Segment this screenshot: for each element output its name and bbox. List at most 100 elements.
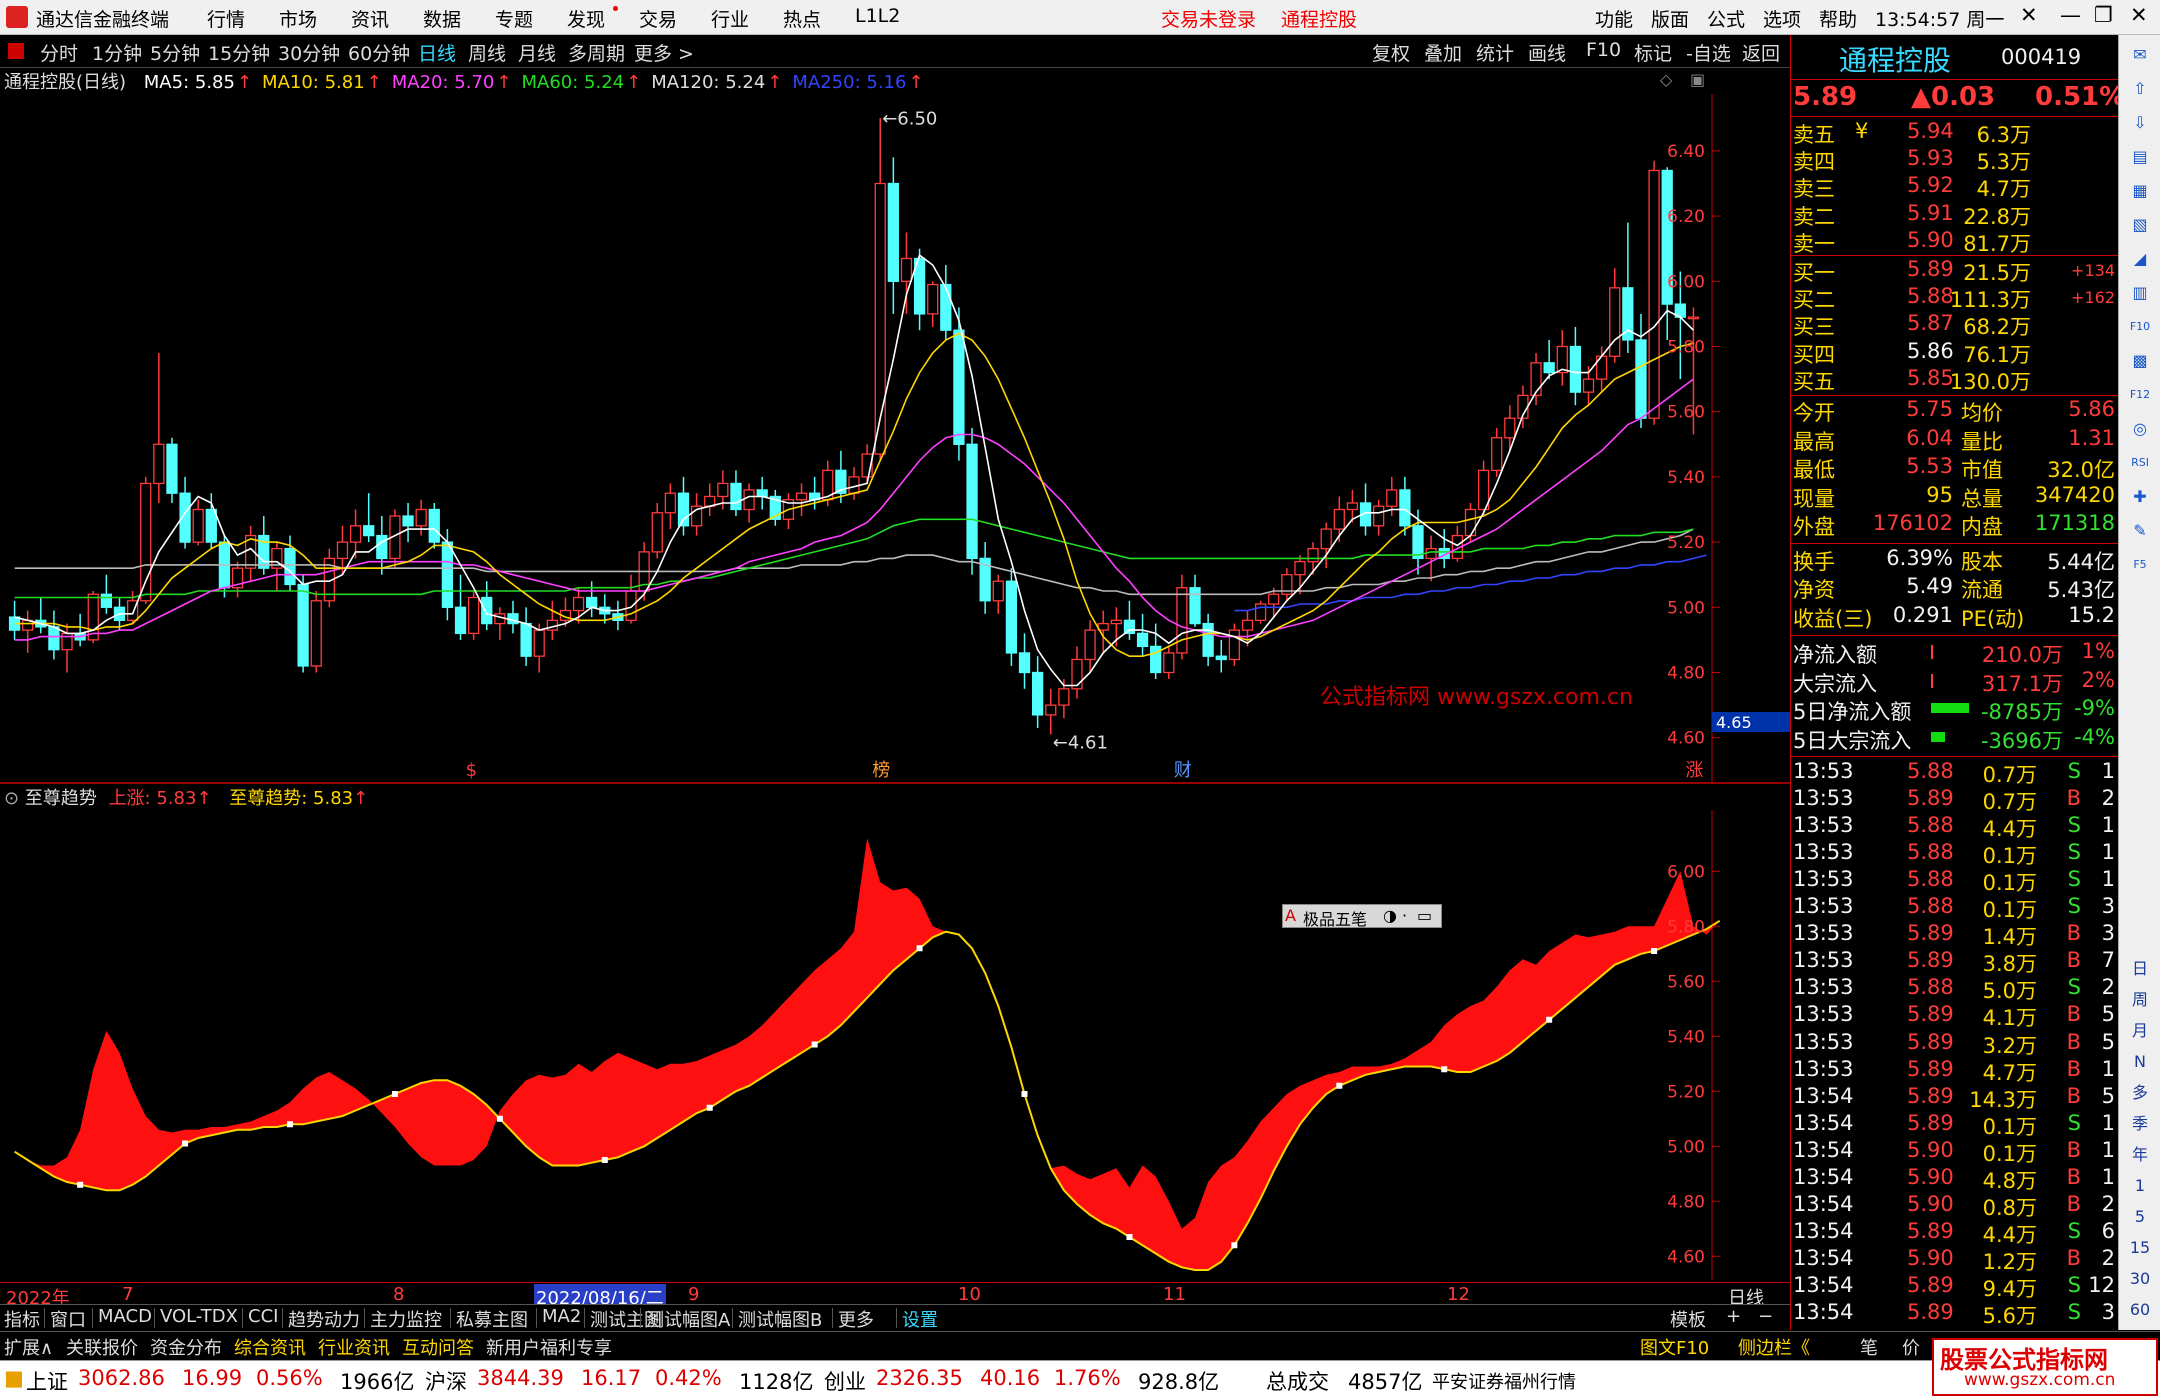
extension-tab[interactable]: 综合资讯 <box>234 1334 306 1360</box>
indicator-tab[interactable]: 私募主图 <box>456 1306 528 1332</box>
side-period-4[interactable]: 多 <box>2126 1079 2154 1107</box>
index-name[interactable]: 沪深 <box>425 1366 467 1396</box>
arrow-up-icon[interactable]: ⇧ <box>2126 75 2154 103</box>
period-30min[interactable]: 30分钟 <box>278 39 340 66</box>
period-multi[interactable]: 多周期 <box>568 39 625 66</box>
extension-tab[interactable]: 关联报价 <box>66 1334 138 1360</box>
indicator-tab[interactable]: CCI <box>248 1306 278 1327</box>
calendar-icon[interactable]: ▩ <box>2126 347 2154 375</box>
period-60min[interactable]: 60分钟 <box>348 39 410 66</box>
indicator-tab[interactable]: 指标 <box>4 1306 40 1332</box>
indicator-tab[interactable]: 测试幅图B <box>738 1306 822 1332</box>
period-daily[interactable]: 日线 <box>418 39 456 66</box>
btn-adjust[interactable]: 复权 <box>1372 39 1410 66</box>
side-period-8[interactable]: 5 <box>2126 1203 2154 1231</box>
side-period-1[interactable]: 周 <box>2126 986 2154 1014</box>
panel-tab[interactable]: 图文F10 <box>1640 1334 1709 1360</box>
menu-help[interactable]: 帮助 <box>1819 5 1857 32</box>
target-icon[interactable]: ◎ <box>2126 415 2154 443</box>
menu-data[interactable]: 数据 <box>423 5 461 32</box>
period-more[interactable]: 更多 > <box>634 39 694 66</box>
extension-tab[interactable]: 扩展∧ <box>4 1334 53 1360</box>
menu-news[interactable]: 资讯 <box>351 5 389 32</box>
cross-icon[interactable]: ✚ <box>2126 483 2154 511</box>
candlestick-chart[interactable]: 6.40 6.20 6.00 5.80 5.60 5.40 5.20 5.00 4.80 4.60… <box>0 94 1790 784</box>
menu-trade[interactable]: 交易 <box>639 5 677 32</box>
btn-stats[interactable]: 统计 <box>1476 39 1514 66</box>
rsi-icon[interactable]: RSI <box>2126 449 2154 477</box>
period-5min[interactable]: 5分钟 <box>150 39 200 66</box>
layout-button[interactable]: 模板 <box>1670 1306 1706 1332</box>
menu-topics[interactable]: 专题 <box>495 5 533 32</box>
pen-icon[interactable]: ✎ <box>2126 517 2154 545</box>
period-weekly[interactable]: 周线 <box>468 39 506 66</box>
layout-button[interactable]: + <box>1726 1306 1741 1327</box>
side-period-0[interactable]: 日 <box>2126 955 2154 983</box>
period-monthly[interactable]: 月线 <box>518 39 556 66</box>
panel-tab[interactable]: 笔 <box>1860 1334 1878 1360</box>
indicator-tab[interactable]: 趋势动力 <box>288 1306 360 1332</box>
btn-overlay[interactable]: 叠加 <box>1424 39 1462 66</box>
side-period-6[interactable]: 年 <box>2126 1141 2154 1169</box>
menu-discover[interactable]: 发现 <box>567 5 605 32</box>
side-period-7[interactable]: 1 <box>2126 1172 2154 1200</box>
menu-market[interactable]: 市场 <box>279 5 317 32</box>
bookmark-icon[interactable] <box>8 43 24 59</box>
arrow-down-icon[interactable]: ⇩ <box>2126 109 2154 137</box>
table-icon[interactable]: ▧ <box>2126 211 2154 239</box>
indicator-tab[interactable]: 主力监控 <box>370 1306 442 1332</box>
layout-button[interactable]: − <box>1758 1306 1773 1327</box>
ad-banner[interactable]: 股票公式指标网 www.gszx.com.cn <box>1932 1338 2158 1396</box>
indicator-tab[interactable]: 测试幅图A <box>646 1306 730 1332</box>
btn-watchlist[interactable]: -自选 <box>1686 39 1731 66</box>
side-period-11[interactable]: 60 <box>2126 1296 2154 1324</box>
collapse-icon[interactable]: ⊙ <box>4 788 19 809</box>
grid-icon[interactable]: ▦ <box>2126 177 2154 205</box>
btn-back[interactable]: 返回 <box>1742 39 1780 66</box>
menu-layout[interactable]: 版面 <box>1651 5 1689 32</box>
chart-icon[interactable]: ◢ <box>2126 245 2154 273</box>
extension-tab[interactable]: 资金分布 <box>150 1334 222 1360</box>
btn-draw[interactable]: 画线 <box>1528 39 1566 66</box>
indicator-tab[interactable]: VOL-TDX <box>160 1306 238 1327</box>
indicator-tab[interactable]: 窗口 <box>50 1306 86 1332</box>
indicator-tab[interactable]: MA2 <box>542 1306 581 1327</box>
side-period-9[interactable]: 15 <box>2126 1234 2154 1262</box>
period-1min[interactable]: 1分钟 <box>92 39 142 66</box>
restore-icon[interactable]: ❐ <box>2094 3 2113 27</box>
menu-function[interactable]: 功能 <box>1595 5 1633 32</box>
btn-mark[interactable]: 标记 <box>1634 39 1672 66</box>
extension-tab[interactable]: 行业资讯 <box>318 1334 390 1360</box>
extension-tab[interactable]: 互动问答 <box>402 1334 474 1360</box>
period-intraday[interactable]: 分时 <box>40 39 78 66</box>
settings-box-icon[interactable]: ▣ <box>1690 70 1705 89</box>
side-period-2[interactable]: 月 <box>2126 1017 2154 1045</box>
indicator-tab[interactable]: 设置 <box>902 1306 938 1332</box>
period-15min[interactable]: 15分钟 <box>208 39 270 66</box>
indicator-tab[interactable]: 更多 <box>838 1306 874 1332</box>
message-icon[interactable]: ✉ <box>2126 41 2154 69</box>
panel-tab[interactable]: 侧边栏《 <box>1738 1334 1810 1360</box>
ime-popup[interactable]: A 极品五笔 ◑ · ▭ <box>1282 904 1442 929</box>
close-icon[interactable]: ✕ <box>2020 3 2038 27</box>
side-period-10[interactable]: 30 <box>2126 1265 2154 1293</box>
menu-industry[interactable]: 行业 <box>711 5 749 32</box>
index-name[interactable]: 创业 <box>824 1366 866 1396</box>
menu-l1l2[interactable]: L1L2 <box>855 5 900 27</box>
menu-options[interactable]: 选项 <box>1763 5 1801 32</box>
trade-login-status[interactable]: 交易未登录 <box>1161 5 1256 32</box>
panel-tab[interactable]: 价 <box>1902 1334 1920 1360</box>
side-period-3[interactable]: N <box>2126 1048 2154 1076</box>
f12-icon[interactable]: F12 <box>2126 381 2154 409</box>
side-period-5[interactable]: 季 <box>2126 1110 2154 1138</box>
extension-tab[interactable]: 新用户福利专享 <box>486 1334 612 1360</box>
minimize-icon[interactable]: — <box>2060 3 2081 27</box>
list-icon[interactable]: ▤ <box>2126 143 2154 171</box>
f10-icon[interactable]: F10 <box>2126 313 2154 341</box>
f5-icon[interactable]: F5 <box>2126 551 2154 579</box>
close-window-icon[interactable]: ✕ <box>2130 3 2148 27</box>
indicator-tab[interactable]: MACD <box>98 1306 152 1327</box>
menu-quotes[interactable]: 行情 <box>207 5 245 32</box>
zoom-icon[interactable]: ◇ <box>1660 70 1672 89</box>
trend-indicator-chart[interactable]: 6.00 5.80 5.60 5.40 5.20 5.00 4.80 4.60 <box>0 810 1790 1280</box>
